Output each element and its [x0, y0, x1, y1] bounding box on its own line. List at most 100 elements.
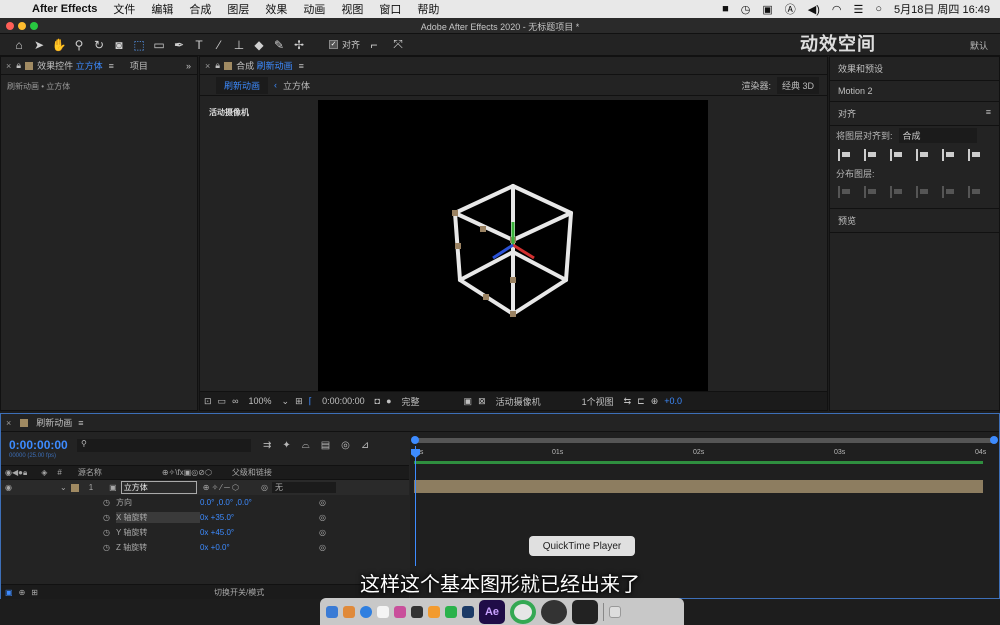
stopwatch-icon[interactable]: ◷ — [103, 528, 110, 537]
motion2-panel[interactable]: Motion 2 — [830, 81, 999, 102]
property-y-rotation[interactable]: ◷ Y 轴旋转 0x +45.0° ◎ — [1, 525, 409, 540]
composition-mini-flowchart-icon[interactable]: ⇉ — [263, 440, 271, 451]
camera-view-dropdown[interactable]: 活动摄像机 — [491, 393, 572, 409]
menu-composition[interactable]: 合成 — [181, 1, 219, 17]
camera-status-icon[interactable]: ■ — [722, 3, 729, 15]
exposure-value[interactable]: +0.0 — [664, 396, 682, 406]
expression-pickwhip-icon[interactable]: ◎ — [319, 528, 326, 537]
region-of-interest-icon[interactable]: ⌈ — [309, 396, 313, 407]
input-source-icon[interactable]: Ⓐ — [785, 1, 796, 17]
navigator-start-handle[interactable] — [411, 436, 419, 444]
distribute-bottom-icon[interactable] — [890, 186, 903, 198]
checkbox-icon[interactable]: ✓ — [329, 40, 338, 49]
roto-brush-tool-icon[interactable]: ✎ — [270, 36, 288, 54]
renderer-dropdown[interactable]: 经典 3D — [776, 76, 819, 94]
panel-menu-icon[interactable]: ≡ — [109, 61, 114, 71]
frame-blending-icon[interactable]: ▤ — [321, 440, 330, 451]
motion-blur-icon[interactable]: ◎ — [341, 440, 350, 451]
menu-animation[interactable]: 动画 — [295, 1, 333, 17]
menu-edit[interactable]: 编辑 — [143, 1, 181, 17]
layer-switches-pane-icon[interactable]: ▣ — [5, 588, 13, 597]
transparency-grid-icon[interactable]: ⊠ — [478, 396, 486, 407]
reset-exposure-icon[interactable]: ⊕ — [651, 396, 659, 407]
snap-options-icon[interactable]: ⌐ — [365, 36, 383, 54]
magnification-dropdown[interactable]: 100% — [244, 395, 276, 407]
flowchart-icon[interactable]: ⊏ — [637, 396, 645, 407]
menu-effect[interactable]: 效果 — [257, 1, 295, 17]
align-vertical-center-icon[interactable] — [942, 149, 955, 161]
search-icon[interactable]: ○ — [875, 3, 882, 15]
transfer-controls-pane-icon[interactable]: ⊕ — [19, 588, 26, 597]
layer-duration-bar[interactable] — [414, 480, 983, 493]
pan-behind-tool-icon[interactable]: ⬚ — [130, 36, 148, 54]
expression-pickwhip-icon[interactable]: ◎ — [319, 513, 326, 522]
composition-tab-prefix[interactable]: 合成 — [236, 59, 254, 72]
toggle-switches-modes-button[interactable]: 切换开关/模式 — [214, 587, 264, 598]
home-icon[interactable]: ⌂ — [10, 36, 28, 54]
composition-tab-name[interactable]: 刷新动画 — [257, 59, 293, 72]
graph-editor-icon[interactable]: ⊿ — [361, 440, 369, 451]
property-value[interactable]: 0x +35.0° — [200, 513, 234, 522]
puppet-tool-icon[interactable]: ✢ — [290, 36, 308, 54]
menu-help[interactable]: 帮助 — [409, 1, 447, 17]
parent-dropdown[interactable]: 无 — [271, 482, 336, 493]
breadcrumb-layer[interactable]: 立方体 — [283, 79, 310, 92]
zoom-tool-icon[interactable]: ⚲ — [70, 36, 88, 54]
distribute-right-icon[interactable] — [968, 186, 981, 198]
photos-icon[interactable] — [394, 605, 406, 618]
close-tab-icon[interactable]: × — [1, 61, 16, 71]
timeline-tab[interactable]: 刷新动画 — [36, 416, 72, 429]
mask-visibility-icon[interactable]: ∞ — [232, 396, 238, 406]
terminal-icon[interactable] — [411, 605, 423, 618]
time-navigator[interactable] — [411, 436, 998, 444]
camera-tool-icon[interactable]: ◙ — [110, 36, 128, 54]
stopwatch-icon[interactable]: ◷ — [103, 513, 110, 522]
trash-icon[interactable] — [609, 605, 621, 618]
align-bottom-icon[interactable] — [968, 149, 981, 161]
wifi-icon[interactable]: ◠ — [832, 3, 842, 16]
chevron-down-icon[interactable]: ⌄ — [282, 396, 290, 407]
property-value[interactable]: 0.0° ,0.0° ,0.0° — [200, 498, 252, 507]
monitor-icon[interactable]: ▭ — [218, 396, 227, 407]
resolution-dropdown[interactable]: 完整 — [397, 393, 458, 409]
current-time-indicator[interactable] — [415, 446, 416, 566]
align-horizontal-center-icon[interactable] — [864, 149, 877, 161]
time-ruler[interactable]: 0s 01s 02s 03s 04s — [410, 446, 999, 462]
menu-window[interactable]: 窗口 — [371, 1, 409, 17]
breadcrumb-comp[interactable]: 刷新动画 — [216, 76, 269, 94]
property-orientation[interactable]: ◷ 方向 0.0° ,0.0° ,0.0° ◎ — [1, 495, 409, 510]
quicktime-icon[interactable] — [541, 599, 567, 624]
show-channel-icon[interactable]: ● — [386, 396, 391, 406]
composition-viewer[interactable] — [318, 100, 708, 392]
volume-icon[interactable]: ◀) — [808, 3, 820, 16]
timeline-timecode[interactable]: 0:00:00:00 — [9, 438, 68, 452]
source-name-header[interactable]: 源名称 — [78, 467, 102, 478]
menu-app-name[interactable]: After Effects — [24, 3, 105, 15]
brush-tool-icon[interactable]: ⁄ — [210, 36, 228, 54]
clone-stamp-tool-icon[interactable]: ⊥ — [230, 36, 248, 54]
layer-name[interactable]: 立方体 — [120, 481, 197, 494]
lock-icon[interactable]: 🔒︎ — [16, 60, 21, 71]
selection-tool-icon[interactable]: ➤ — [30, 36, 48, 54]
panel-menu-icon[interactable]: ≡ — [986, 107, 991, 120]
chrome-icon[interactable] — [510, 599, 536, 624]
clock-text[interactable]: 5月18日 周四 16:49 — [894, 1, 990, 17]
work-area-bar[interactable] — [414, 461, 983, 464]
rotate-tool-icon[interactable]: ↻ — [90, 36, 108, 54]
after-effects-icon[interactable]: Ae — [479, 599, 505, 624]
stopwatch-icon[interactable]: ◷ — [103, 543, 110, 552]
layer-label-chip[interactable] — [70, 483, 79, 492]
always-preview-icon[interactable]: ⊡ — [204, 396, 212, 407]
close-tab-icon[interactable]: × — [200, 61, 215, 71]
expression-pickwhip-icon[interactable]: ◎ — [319, 498, 326, 507]
align-panel-title[interactable]: 对齐 — [838, 107, 856, 120]
launchpad-icon[interactable] — [343, 605, 355, 618]
draft-3d-icon[interactable]: ✦ — [282, 440, 290, 451]
menu-layer[interactable]: 图层 — [219, 1, 257, 17]
menu-file[interactable]: 文件 — [105, 1, 143, 17]
distribute-hcenter-icon[interactable] — [942, 186, 955, 198]
distribute-top-icon[interactable] — [838, 186, 851, 198]
align-right-icon[interactable] — [890, 149, 903, 161]
video-eye-icon[interactable]: ◉ — [5, 483, 12, 492]
panel-menu-icon[interactable]: ≡ — [78, 418, 83, 428]
